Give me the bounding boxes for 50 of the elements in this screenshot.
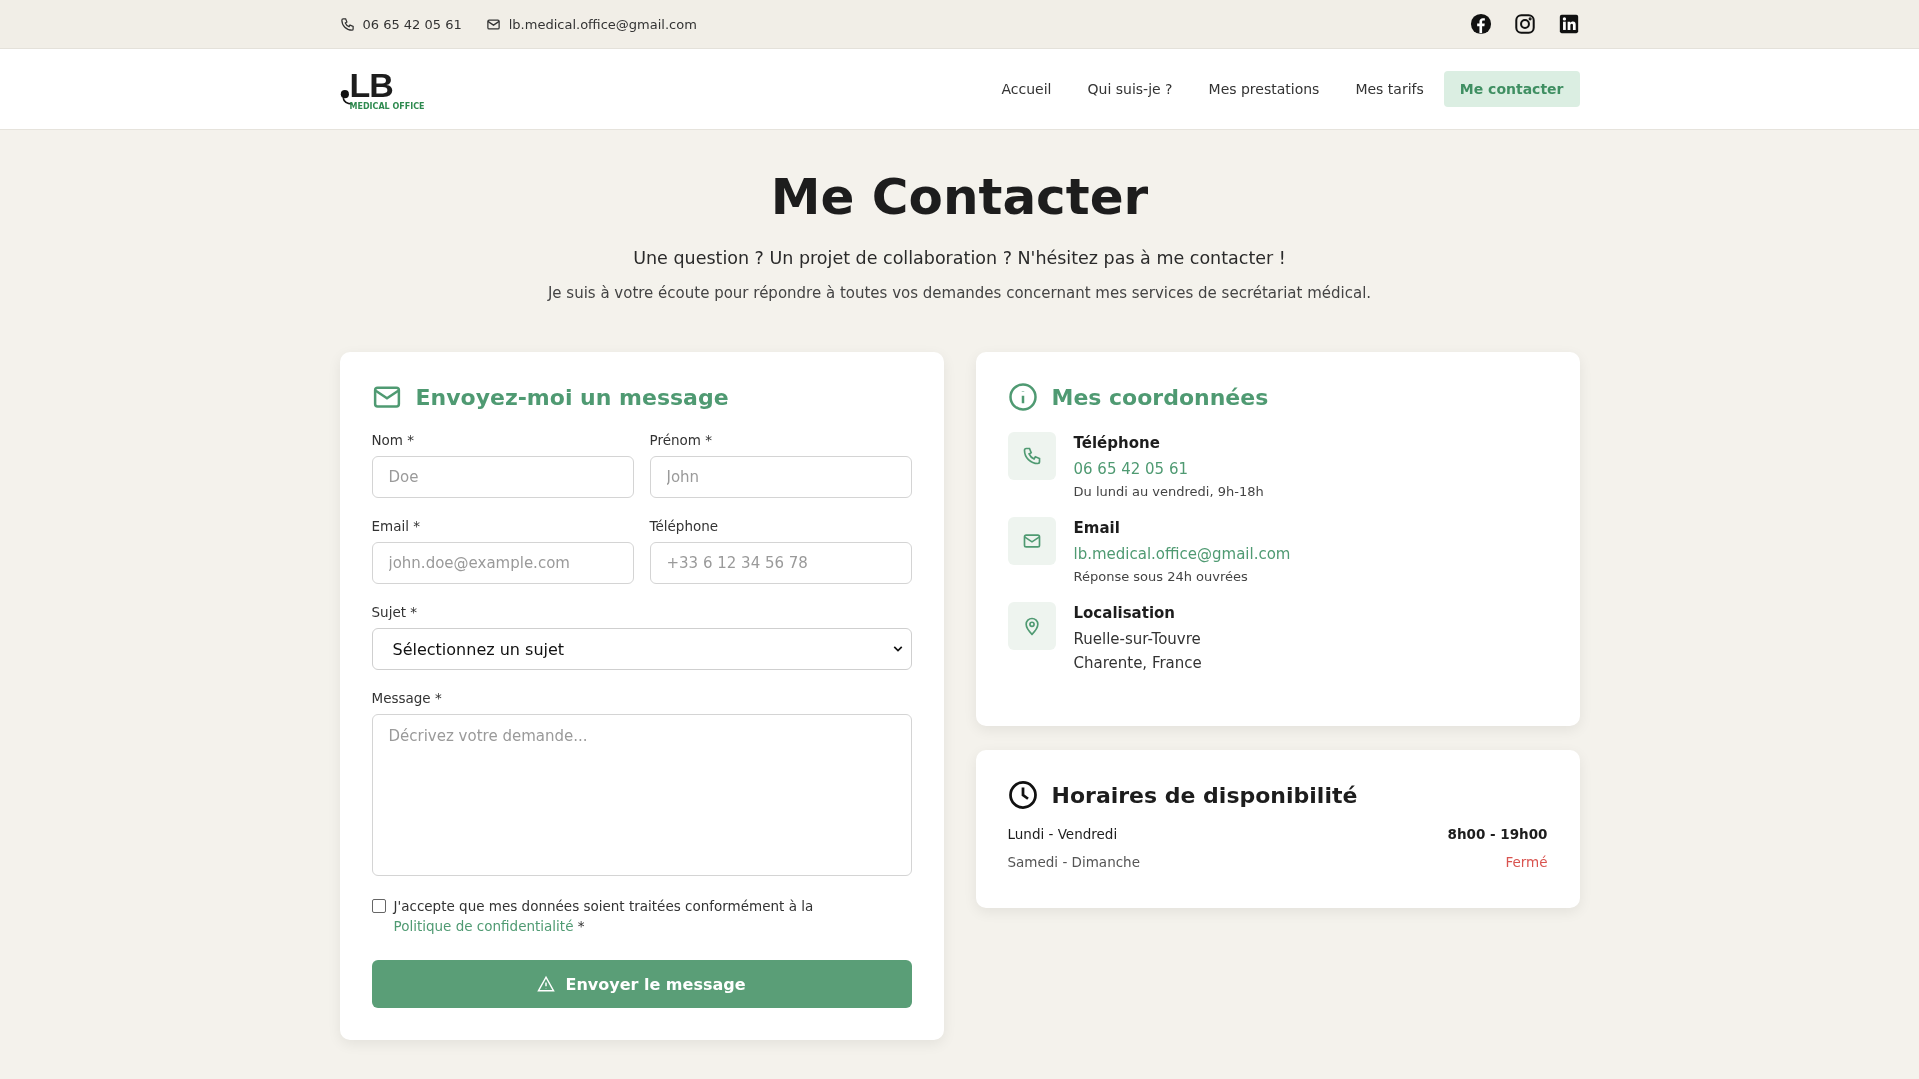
field-label: Sujet * [371,604,419,620]
input-field[interactable]: Doe [371,456,634,498]
logo-tagline: MEDICAL OFFICE [349,101,425,111]
hours-value: Fermé [1505,854,1548,870]
info-icon [1007,382,1038,412]
field-label: Message * [371,690,443,706]
chevron-down-icon [892,645,903,653]
field-label: Email * [371,518,421,534]
field-label: Téléphone [649,518,720,534]
field-label: Prénom * [649,432,713,448]
hours-title: Horaires de disponibilité [1051,782,1358,808]
clock-icon [1007,780,1038,810]
days-label: Samedi - Dimanche [1007,854,1140,870]
consent-checkbox[interactable] [371,899,386,913]
mail-icon [485,16,501,32]
address-line: Charente, France [1073,654,1202,672]
address-line: Ruelle-sur-Touvre [1073,630,1202,648]
form-title: Envoyez-moi un message [415,384,729,410]
instagram-icon[interactable] [1513,13,1536,35]
contact-title: Mes coordonnées [1051,384,1269,410]
nav-link[interactable]: Accueil [985,71,1068,107]
contact-note: Du lundi au vendredi, 9h-18h [1073,484,1264,499]
mail-icon [1021,531,1042,551]
contact-label: Localisation [1073,604,1176,622]
subtitle: Une question ? Un projet de collaboration ? N'hésitez pas à me contacter ! [632,248,1287,268]
message-field[interactable]: Décrivez votre demande... [371,714,912,876]
contact-note: Réponse sous 24h ouvrées [1073,569,1249,584]
input-field[interactable]: +33 6 12 34 56 78 [649,542,912,584]
nav-link[interactable]: Mes prestations [1192,71,1336,107]
nav-link[interactable]: Mes tarifs [1339,71,1440,107]
top-phone[interactable]: 06 65 42 05 61 [362,16,462,32]
days-label: Lundi - Vendredi [1007,826,1118,842]
consent-text: J'accepte que mes données soient traitées conformément à la Politique de confidentialité * [393,897,815,936]
phone-icon [339,16,355,32]
input-field[interactable]: John [649,456,912,498]
contact-label: Téléphone [1073,434,1161,452]
contact-label: Email [1073,519,1121,537]
field-label: Nom * [371,432,416,448]
subject-dropdown[interactable]: Sélectionnez un sujet [371,628,912,670]
phone-icon [1021,446,1042,466]
hours-value: 8h00 - 19h00 [1447,826,1548,842]
linkedin-icon[interactable] [1557,13,1580,35]
input-field[interactable]: john.doe@example.com [371,542,634,584]
logo-letters[interactable]: LB [349,67,425,102]
page-title: Me Contacter [769,168,1150,226]
top-email[interactable]: lb.medical.office@gmail.com [508,16,697,32]
warning-icon [537,975,556,993]
nav-link[interactable]: Qui suis-je ? [1071,71,1189,107]
facebook-icon[interactable] [1469,13,1492,35]
intro-text: Je suis à votre écoute pour répondre à toutes vos demandes concernant mes services de secrétariat médical. [546,284,1373,302]
